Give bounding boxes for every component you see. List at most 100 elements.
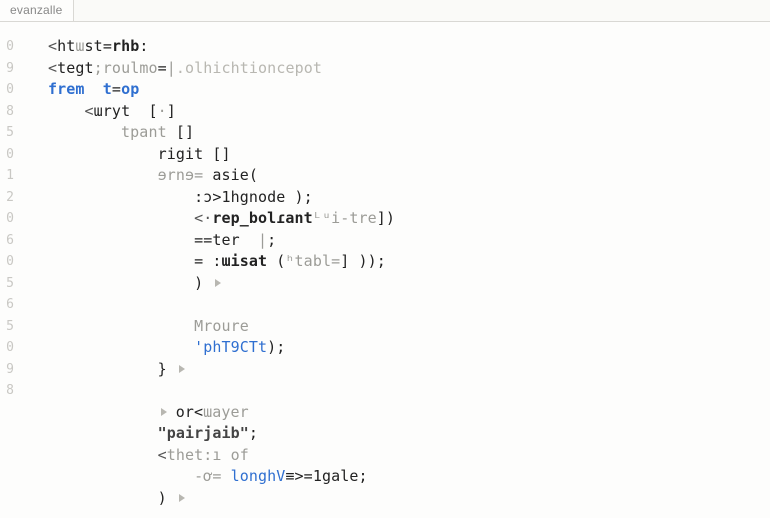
- code-token: ɯryt: [94, 102, 149, 120]
- code-token: }: [158, 360, 176, 378]
- code-token: ht: [57, 37, 75, 55]
- code-token: asie: [212, 166, 249, 184]
- line-number: 0: [0, 36, 18, 58]
- code-token: Mroure: [194, 317, 249, 335]
- code-token: :: [139, 37, 148, 55]
- code-token: -ơ=: [194, 467, 231, 485]
- code-line: [48, 380, 770, 402]
- code-token: 'phT9CTt: [194, 338, 267, 356]
- code-line: <thet:ı of: [48, 445, 770, 467]
- code-token: ·: [158, 102, 167, 120]
- code-token: rhb: [112, 37, 139, 55]
- line-number: 8: [0, 380, 18, 402]
- line-number-gutter: 09085012060565098: [0, 22, 18, 518]
- code-token: = :: [194, 252, 221, 270]
- code-token: ʰtabl=: [285, 252, 340, 270]
- code-token: rep_bolɾant: [212, 209, 312, 227]
- code-token: ): [158, 489, 176, 507]
- code-area: 09085012060565098 <htɯst=rhb:<tegt;roulm…: [0, 22, 770, 518]
- line-number: 0: [0, 337, 18, 359]
- code-token: ɯisat: [222, 252, 268, 270]
- line-number: 5: [0, 122, 18, 144]
- code-token: <: [85, 102, 94, 120]
- code-token: ;: [267, 231, 276, 249]
- code-line: ==ter |;: [48, 230, 770, 252]
- code-token: ᴸᵘi-tre: [313, 209, 377, 227]
- code-token: ;: [249, 424, 258, 442]
- code-token: ɘrnɘ=: [158, 166, 213, 184]
- code-token: ==: [194, 231, 212, 249]
- code-token: (: [267, 252, 285, 270]
- file-tab[interactable]: evanzalle: [0, 0, 74, 21]
- tab-bar: evanzalle: [0, 0, 770, 22]
- fold-triangle-icon[interactable]: [179, 494, 185, 502]
- code-token: op: [121, 80, 139, 98]
- code-line: frem t=op: [48, 79, 770, 101]
- fold-triangle-icon[interactable]: [215, 279, 221, 287]
- code-line: or<ɯayer: [48, 402, 770, 424]
- code-token: ]: [167, 102, 176, 120]
- code-token: <: [48, 59, 57, 77]
- code-token: frem t: [48, 80, 112, 98]
- code-token: =: [158, 59, 167, 77]
- code-token: <: [48, 37, 57, 55]
- code-line: -ơ= longhV≡>=1gale;: [48, 466, 770, 488]
- code-token: ;roulmo: [94, 59, 158, 77]
- code-line: 'phT9CTt);: [48, 337, 770, 359]
- code-line: <htɯst=rhb:: [48, 36, 770, 58]
- code-token: .olhichtioncepot: [176, 59, 322, 77]
- line-number: 5: [0, 273, 18, 295]
- code-token: ]): [377, 209, 395, 227]
- code-line: tpant []: [48, 122, 770, 144]
- code-line: [48, 294, 770, 316]
- code-line: ɘrnɘ= asie(: [48, 165, 770, 187]
- code-token: [: [148, 102, 157, 120]
- line-number: 2: [0, 187, 18, 209]
- line-number: 0: [0, 79, 18, 101]
- code-token: rigit []: [158, 145, 231, 163]
- code-token: :ɔ>: [194, 188, 221, 206]
- code-token: longhV: [231, 467, 286, 485]
- code-line: <tegt;roulmo=|.olhichtioncepot: [48, 58, 770, 80]
- code-line: "pairjaib";: [48, 423, 770, 445]
- line-number: 0: [0, 208, 18, 230]
- code-content[interactable]: <htɯst=rhb:<tegt;roulmo=|.olhichtioncepo…: [18, 22, 770, 518]
- code-token: 1gale: [313, 467, 359, 485]
- code-token: tpant: [121, 123, 176, 141]
- code-token: st: [85, 37, 103, 55]
- line-number: 6: [0, 230, 18, 252]
- code-token: ter: [212, 231, 258, 249]
- fold-triangle-icon[interactable]: [179, 365, 185, 373]
- code-token: []: [176, 123, 194, 141]
- code-token: or<: [167, 403, 204, 421]
- code-token: ): [194, 274, 212, 292]
- line-number: 0: [0, 251, 18, 273]
- code-line: = :ɯisat (ʰtabl=] ));: [48, 251, 770, 273]
- code-token: (: [249, 166, 258, 184]
- code-token: |: [167, 59, 176, 77]
- code-token: );: [267, 338, 285, 356]
- line-number: 5: [0, 316, 18, 338]
- code-token: =: [103, 37, 112, 55]
- code-token: ≡>=: [285, 467, 312, 485]
- line-number: 6: [0, 294, 18, 316]
- code-token: ;: [358, 467, 367, 485]
- line-number: 1: [0, 165, 18, 187]
- code-token: tegt: [57, 59, 94, 77]
- code-line: <·rep_bolɾantᴸᵘi-tre]): [48, 208, 770, 230]
- code-line: }: [48, 359, 770, 381]
- line-number: 8: [0, 101, 18, 123]
- line-number: 0: [0, 144, 18, 166]
- code-token: ɯayer: [203, 403, 249, 421]
- code-line: Mroure: [48, 316, 770, 338]
- code-line: <ɯryt [·]: [48, 101, 770, 123]
- code-token: 1hgnode );: [222, 188, 313, 206]
- code-line: ): [48, 488, 770, 510]
- code-token: ɯ: [75, 37, 84, 55]
- code-token: "pairjaib": [158, 424, 249, 442]
- code-token: thet:ı of: [167, 446, 249, 464]
- code-editor: evanzalle 09085012060565098 <htɯst=rhb:<…: [0, 0, 770, 518]
- code-line: :ɔ>1hgnode );: [48, 187, 770, 209]
- code-line: ): [48, 273, 770, 295]
- code-token: <·: [194, 209, 212, 227]
